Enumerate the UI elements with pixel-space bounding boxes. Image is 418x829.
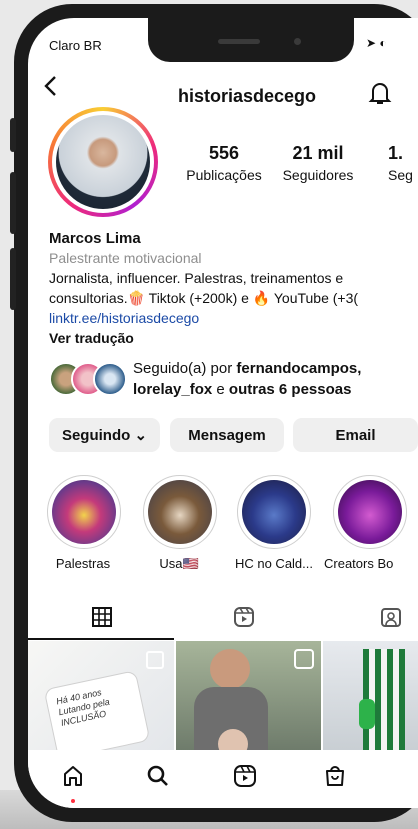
stat-following[interactable]: 1. Seg xyxy=(374,143,418,183)
email-button[interactable]: Email xyxy=(293,418,418,452)
bio-text: Jornalista, influencer. Palestras, trein… xyxy=(49,270,344,286)
bell-icon[interactable] xyxy=(368,80,392,106)
highlight-label: Palestras xyxy=(55,556,111,571)
stat-value: 21 mil xyxy=(292,143,344,163)
profile-avatar[interactable] xyxy=(48,107,158,217)
shop-icon[interactable] xyxy=(323,764,347,788)
status-icons: ➤ ◐ xyxy=(366,36,387,50)
carrier-label: Claro BR xyxy=(49,38,102,53)
stat-value: 556 xyxy=(208,143,240,163)
post-image-glove xyxy=(359,699,375,729)
followed-connector: e xyxy=(212,381,229,398)
followed-others: outras 6 pessoas xyxy=(228,381,352,398)
highlight-image xyxy=(338,480,402,544)
highlight-label: HC no Cald... xyxy=(234,556,314,571)
highlight-label: Usa🇺🇸 xyxy=(159,556,199,571)
profile-name: Marcos Lima xyxy=(49,230,141,247)
bio-text: consultorias.🍿 Tiktok (+200k) e 🔥 YouTub… xyxy=(49,290,359,306)
highlight-usa[interactable] xyxy=(143,475,217,549)
notification-dot xyxy=(71,799,75,803)
reel-icon xyxy=(294,649,314,669)
home-icon[interactable] xyxy=(61,764,85,788)
reels-tab-icon[interactable] xyxy=(233,606,255,628)
reels-icon[interactable] xyxy=(233,764,257,788)
phone-side-button xyxy=(10,248,16,310)
camera-dot xyxy=(294,38,301,45)
post-tile[interactable] xyxy=(323,641,418,753)
bio-link[interactable]: linktr.ee/historiasdecego xyxy=(49,310,199,326)
mutual-avatar xyxy=(93,362,127,396)
avatar-photo xyxy=(56,115,150,209)
profile-username: historiasdecego xyxy=(178,86,317,106)
stat-value: 1. xyxy=(388,143,404,163)
followed-by-text[interactable]: Seguido(a) por fernandocampos, lorelay_f… xyxy=(133,358,361,400)
followed-user: lorelay_fox xyxy=(133,381,213,398)
speaker-grill xyxy=(218,39,260,44)
phone-screen: Claro BR ➤ ◐ historiasdecego 556 Publica… xyxy=(28,18,418,808)
highlight-image xyxy=(148,480,212,544)
followed-prefix: Seguido(a) por xyxy=(133,360,237,377)
search-icon[interactable] xyxy=(146,764,170,788)
grid-tab-icon[interactable] xyxy=(91,606,113,628)
following-button[interactable]: Seguindo ⌄ xyxy=(49,418,160,452)
phone-notch xyxy=(148,18,354,62)
post-image-person xyxy=(210,649,250,689)
highlight-image xyxy=(52,480,116,544)
stat-posts[interactable]: 556 Publicações xyxy=(174,143,274,183)
multi-post-icon xyxy=(146,651,164,669)
stat-label: Seg xyxy=(388,167,413,183)
phone-side-button xyxy=(10,172,16,234)
stat-followers[interactable]: 21 mil Seguidores xyxy=(274,143,362,183)
profile-category: Palestrante motivacional xyxy=(49,250,202,266)
highlight-hc-caldeirao[interactable] xyxy=(237,475,311,549)
post-tile[interactable] xyxy=(176,641,321,753)
phone-side-button xyxy=(10,118,16,152)
active-tab-indicator xyxy=(28,638,174,640)
message-button[interactable]: Mensagem xyxy=(170,418,284,452)
highlight-image xyxy=(242,480,306,544)
highlight-creators[interactable] xyxy=(333,475,407,549)
bottom-tab-bar xyxy=(28,750,418,808)
post-tile[interactable]: Há 40 anos Lutando pela INCLUSÃO xyxy=(28,641,174,753)
tagged-tab-icon[interactable] xyxy=(380,606,402,628)
back-arrow-icon[interactable] xyxy=(42,74,58,105)
highlight-palestras[interactable] xyxy=(47,475,121,549)
see-translation-link[interactable]: Ver tradução xyxy=(49,330,134,346)
stat-label: Publicações xyxy=(186,167,262,183)
stat-label: Seguidores xyxy=(282,167,354,183)
highlight-label: Creators Bo xyxy=(324,556,394,571)
followed-user: fernandocampos, xyxy=(236,360,362,377)
